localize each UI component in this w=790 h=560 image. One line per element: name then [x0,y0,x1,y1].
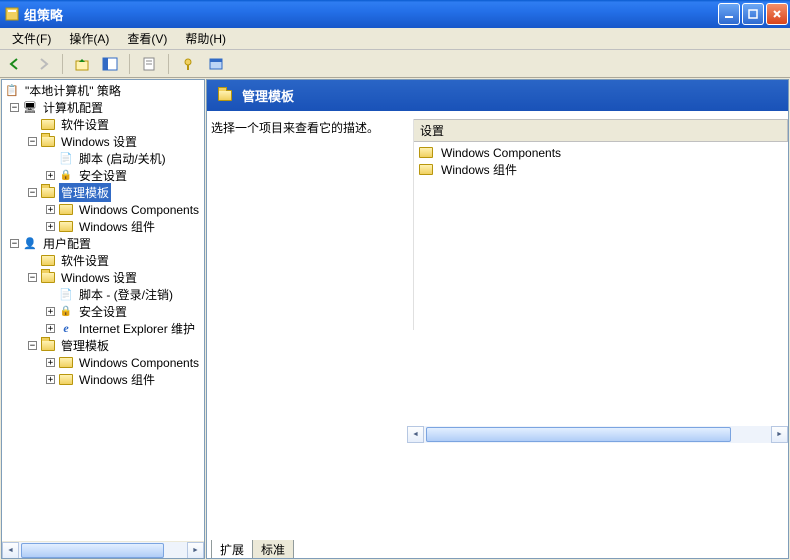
tree-item[interactable]: 脚本 - (登录/注销) [4,286,204,303]
list-item-label: Windows 组件 [441,161,517,178]
scroll-thumb[interactable] [21,543,164,558]
tree-user-config[interactable]: − 用户配置 [4,235,204,252]
folder-icon [59,374,73,385]
expander-icon[interactable]: + [46,307,55,316]
tree-horizontal-scrollbar[interactable]: ◄ ► [2,541,204,558]
folder-icon [41,255,55,266]
minimize-button[interactable] [718,3,740,25]
tree-item[interactable]: − Windows 设置 [4,269,204,286]
tab-extended[interactable]: 扩展 [211,540,253,559]
list-item[interactable]: Windows 组件 [418,161,788,178]
expander-icon[interactable]: − [28,137,37,146]
toolbar [0,50,790,78]
menu-view[interactable]: 查看(V) [119,28,175,49]
properties-button[interactable] [138,53,160,75]
forward-button[interactable] [32,53,54,75]
list-pane: 设置 Windows Components Windows 组件 [413,119,788,330]
content-title: 管理模板 [242,86,294,105]
scroll-right-button[interactable]: ► [187,542,204,559]
expander-icon[interactable]: + [46,375,55,384]
expander-icon[interactable]: + [46,222,55,231]
close-button[interactable] [766,3,788,25]
expander-icon[interactable]: + [46,358,55,367]
expander-icon[interactable]: − [28,273,37,282]
expander-icon[interactable]: − [28,188,37,197]
list-item[interactable]: Windows Components [418,144,788,161]
scroll-right-button[interactable]: ► [771,426,788,443]
scroll-left-button[interactable]: ◄ [407,426,424,443]
titlebar: 组策略 [0,0,790,28]
tree-item[interactable]: − 管理模板 [4,337,204,354]
script-icon [58,152,74,166]
tree-item[interactable]: − Windows 设置 [4,133,204,150]
list-item-label: Windows Components [441,146,561,160]
computer-icon [22,101,38,115]
folder-icon [59,221,73,232]
content-horizontal-scrollbar[interactable]: ◄ ► [407,330,788,541]
tree-item[interactable]: + 安全设置 [4,303,204,320]
tree-item[interactable]: 脚本 (启动/关机) [4,150,204,167]
tree-item[interactable]: + Windows 组件 [4,371,204,388]
folder-icon [41,136,55,147]
folder-icon [41,119,55,130]
tree-item[interactable]: + Windows Components [4,201,204,218]
expander-icon[interactable]: + [46,205,55,214]
folder-icon [59,204,73,215]
content-panel: 管理模板 选择一个项目来查看它的描述。 设置 Windows Component… [206,79,789,559]
tree-root[interactable]: "本地计算机" 策略 [4,82,204,99]
folder-icon [41,187,55,198]
tree-item[interactable]: + 安全设置 [4,167,204,184]
expander-icon[interactable]: − [10,103,19,112]
expander-icon[interactable]: + [46,324,55,333]
folder-icon [419,164,433,175]
policy-icon [4,84,20,98]
folder-icon [419,147,433,158]
tree-item[interactable]: + Internet Explorer 维护 [4,320,204,337]
maximize-button[interactable] [742,3,764,25]
window-title: 组策略 [24,5,718,24]
ie-icon [58,322,74,336]
description-text: 选择一个项目来查看它的描述。 [211,121,379,135]
tabs: 扩展 标准 [207,540,788,558]
tree-item[interactable]: + Windows 组件 [4,218,204,235]
content-header: 管理模板 [207,80,788,111]
filter-button[interactable] [177,53,199,75]
menu-help[interactable]: 帮助(H) [177,28,234,49]
tree-panel: "本地计算机" 策略 − 计算机配置 软件设置 − Windows 设置 [1,79,205,559]
description-pane: 选择一个项目来查看它的描述。 [211,119,413,330]
expander-icon[interactable]: − [28,341,37,350]
up-button[interactable] [71,53,93,75]
menu-file[interactable]: 文件(F) [4,28,59,49]
tab-standard[interactable]: 标准 [252,540,294,559]
folder-icon [41,340,55,351]
expander-icon[interactable]: + [46,171,55,180]
scroll-left-button[interactable]: ◄ [2,542,19,559]
template-button[interactable] [205,53,227,75]
scroll-thumb[interactable] [426,427,731,442]
folder-icon [59,357,73,368]
tree-item[interactable]: 软件设置 [4,252,204,269]
tree-item[interactable]: 软件设置 [4,116,204,133]
shield-icon [58,169,74,183]
menu-action[interactable]: 操作(A) [61,28,117,49]
folder-icon [218,90,232,101]
show-hide-tree-button[interactable] [99,53,121,75]
tree-computer-config[interactable]: − 计算机配置 [4,99,204,116]
tree-admin-templates[interactable]: − 管理模板 [4,184,204,201]
back-button[interactable] [4,53,26,75]
user-icon [22,237,38,251]
column-header-setting[interactable]: 设置 [414,119,788,142]
app-icon [4,6,20,22]
shield-icon [58,305,74,319]
expander-icon[interactable]: − [10,239,19,248]
tree-item[interactable]: + Windows Components [4,354,204,371]
menubar: 文件(F) 操作(A) 查看(V) 帮助(H) [0,28,790,50]
script-icon [58,288,74,302]
folder-icon [41,272,55,283]
